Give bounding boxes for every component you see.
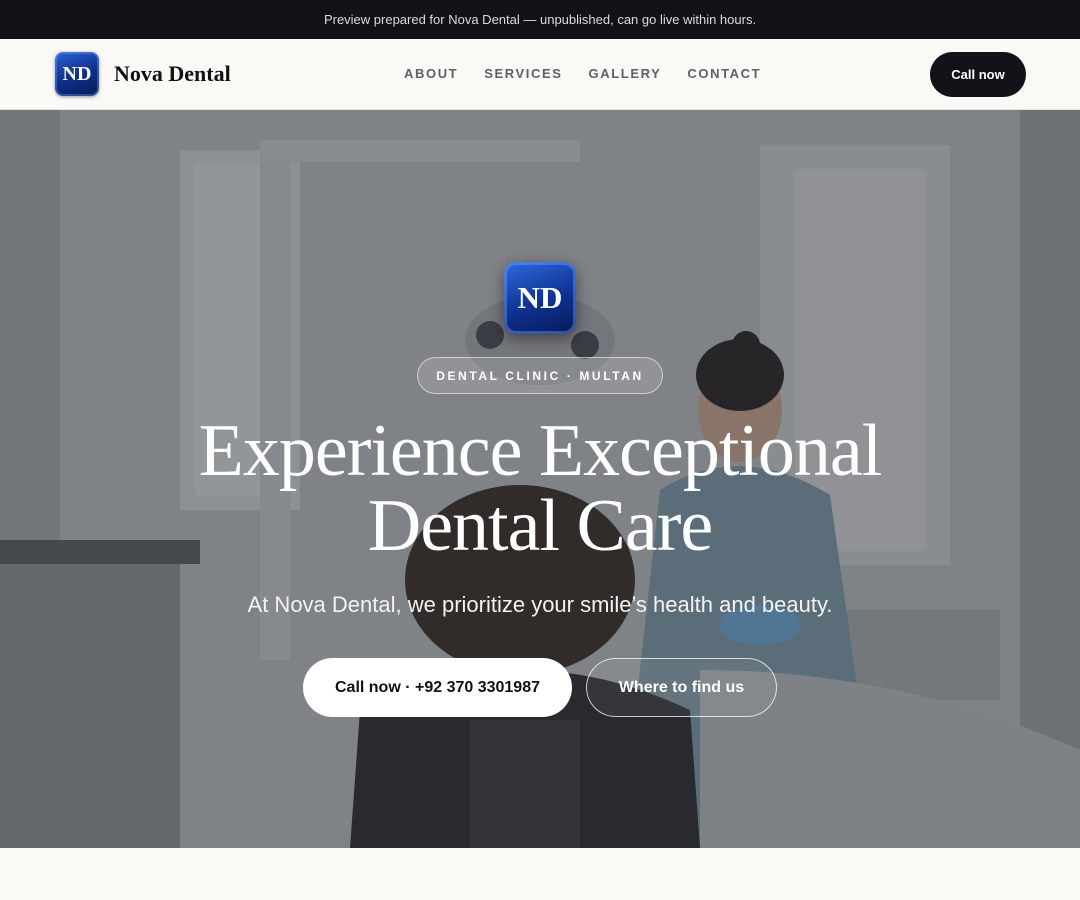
next-section (0, 848, 1080, 900)
top-navigation: ND Nova Dental ABOUT SERVICES GALLERY CO… (0, 39, 1080, 110)
nav-link-services[interactable]: SERVICES (484, 66, 562, 81)
hero-subheadline: At Nova Dental, we prioritize your smile… (247, 592, 833, 617)
brand[interactable]: ND Nova Dental (55, 52, 231, 96)
location-badge: DENTAL CLINIC · MULTAN (417, 357, 663, 394)
hero-logo-icon: ND (504, 262, 576, 334)
where-to-find-us-button[interactable]: Where to find us (586, 658, 777, 717)
hero-logo-initials: ND (517, 280, 563, 315)
brand-name: Nova Dental (114, 61, 231, 86)
nav-link-contact[interactable]: CONTACT (687, 66, 761, 81)
hero-content: ND DENTAL CLINIC · MULTAN Experience Exc… (0, 110, 1080, 848)
nav-link-gallery[interactable]: GALLERY (589, 66, 662, 81)
nav-links: ABOUT SERVICES GALLERY CONTACT (404, 66, 787, 81)
hero-section: ND DENTAL CLINIC · MULTAN Experience Exc… (0, 110, 1080, 848)
hero-headline: Experience Exceptional Dental Care (90, 414, 990, 564)
nav-link-about[interactable]: ABOUT (404, 66, 458, 81)
preview-banner-text: Preview prepared for Nova Dental — unpub… (323, 12, 757, 27)
logo-icon: ND (55, 52, 99, 96)
hero-headline-line1: Experience Exceptional (198, 410, 883, 492)
preview-banner: Preview prepared for Nova Dental — unpub… (0, 0, 1080, 39)
call-now-button[interactable]: Call now · +92 370 3301987 (303, 658, 572, 717)
logo-initials: ND (62, 62, 92, 85)
nav-call-button[interactable]: Call now (930, 52, 1026, 97)
hero-headline-line2: Dental Care (367, 485, 713, 567)
location-badge-text: DENTAL CLINIC · MULTAN (436, 368, 644, 383)
